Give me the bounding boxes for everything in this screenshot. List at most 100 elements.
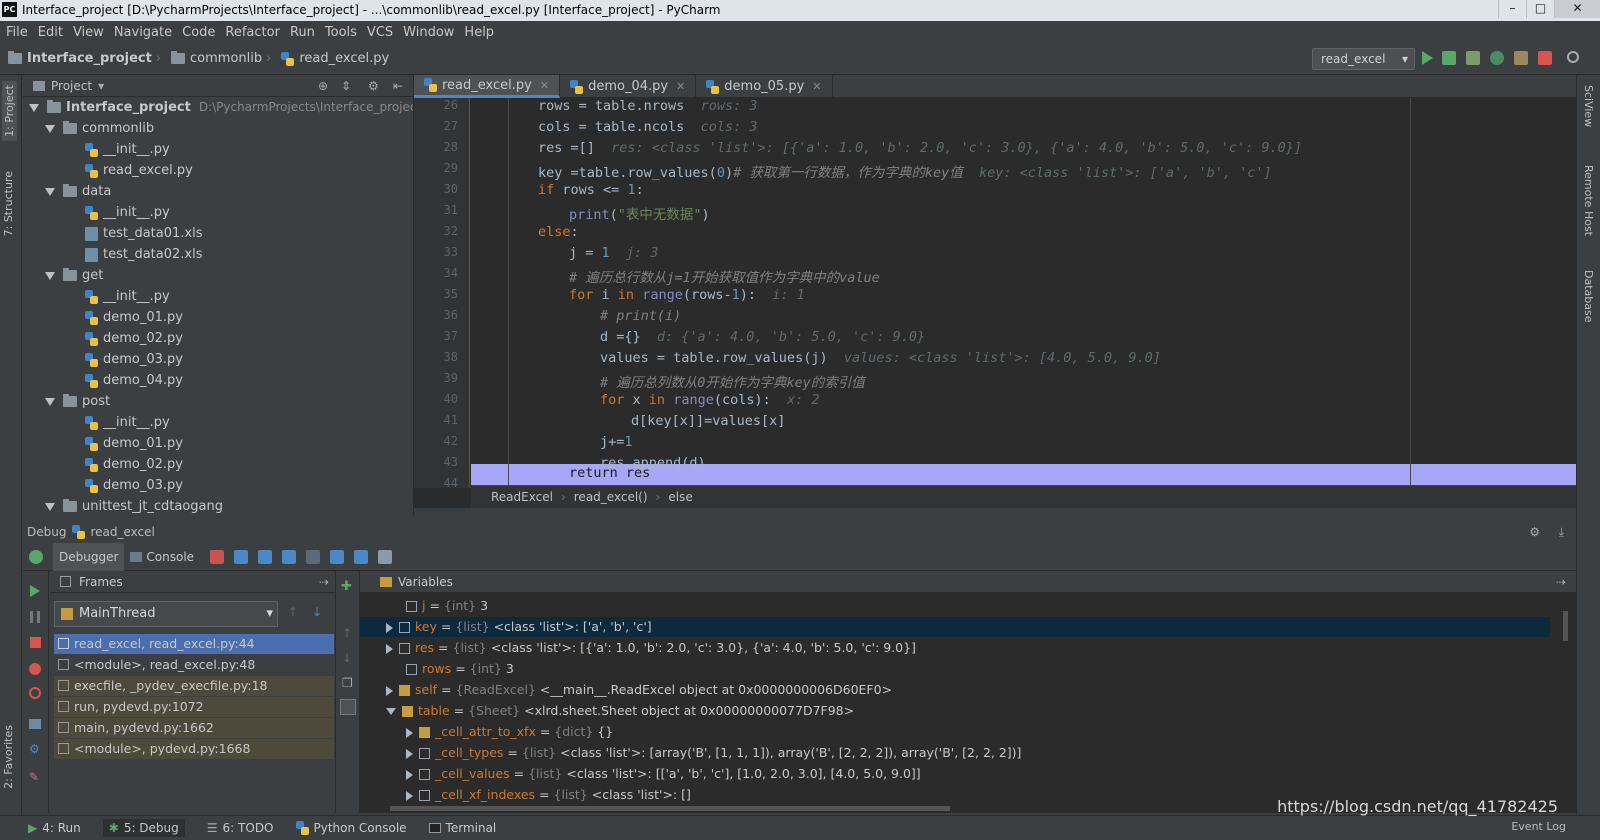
tree-item-file[interactable]: demo_03.py: [85, 475, 183, 496]
menu-edit[interactable]: Edit: [38, 25, 63, 40]
thread-select[interactable]: MainThread ▾: [54, 601, 278, 627]
run-to-cursor-icon[interactable]: [354, 549, 369, 564]
gear-icon[interactable]: ⚙: [368, 79, 379, 93]
variable-row[interactable]: _cell_values = {list} <class 'list'>: [[…: [360, 764, 1550, 784]
close-icon[interactable]: ✕: [1554, 0, 1600, 18]
coverage-icon[interactable]: [1466, 51, 1480, 65]
code-line-26[interactable]: rows = table.nrows rows: 3: [538, 98, 757, 114]
menu-file[interactable]: File: [6, 25, 28, 40]
tree-item-folder[interactable]: commonlib: [45, 118, 154, 139]
expand-arrow-icon[interactable]: [406, 748, 413, 759]
menu-window[interactable]: Window: [403, 25, 454, 40]
stop-icon[interactable]: [1538, 51, 1552, 65]
menu-help[interactable]: Help: [464, 25, 494, 40]
variable-row[interactable]: table = {Sheet} <xlrd.sheet.Sheet object…: [360, 701, 1550, 721]
code-crumb-method[interactable]: read_excel(): [574, 490, 648, 504]
code-line-37[interactable]: d ={} d: {'a': 4.0, 'b': 5.0, 'c': 9.0}: [600, 329, 925, 345]
expand-arrow-icon[interactable]: [406, 727, 413, 738]
tree-item-file[interactable]: test_data02.xls: [85, 244, 203, 265]
chevron-down-icon[interactable]: ▾: [98, 79, 104, 93]
code-line-29[interactable]: key =table.row_values(0)# 获取第一行数据，作为字典的k…: [538, 161, 1272, 181]
expand-arrow-icon[interactable]: [45, 187, 55, 196]
tree-item-folder[interactable]: post: [45, 391, 110, 412]
tool-tab-structure[interactable]: 7: Structure: [2, 171, 15, 236]
tool-tab-database[interactable]: Database: [1582, 270, 1595, 323]
tab-console[interactable]: Console: [124, 543, 200, 571]
gear-icon[interactable]: ⚙: [1529, 525, 1540, 539]
tree-item-file[interactable]: __init__.py: [85, 139, 170, 160]
hide-panel-icon[interactable]: ⇤: [393, 79, 403, 93]
show-watches-icon[interactable]: [340, 699, 356, 715]
expand-arrow-icon[interactable]: [386, 643, 393, 654]
code-line-41[interactable]: d[key[x]]=values[x]: [631, 413, 785, 429]
tree-item-root[interactable]: Interface_project D:\PycharmProjects\Inte…: [29, 97, 413, 118]
breadcrumb-commonlib[interactable]: commonlib ›: [171, 51, 275, 66]
view-breakpoints-icon[interactable]: [29, 663, 41, 675]
tree-item-file[interactable]: __init__.py: [85, 412, 170, 433]
concurrency-icon[interactable]: [1514, 51, 1528, 65]
restore-layout-icon[interactable]: ⇢: [319, 575, 329, 589]
tool-tab-sciview[interactable]: SciView: [1582, 85, 1595, 127]
new-watch-icon[interactable]: ✚: [341, 579, 352, 594]
frame-row[interactable]: main, pydevd.py:1662: [54, 718, 334, 738]
debug-config-name[interactable]: read_excel: [90, 525, 154, 539]
code-line-39[interactable]: # 遍历总列数从0开始作为字典key的索引值: [600, 371, 865, 391]
tree-item-file[interactable]: demo_03.py: [85, 349, 183, 370]
evaluate-expression-icon[interactable]: [378, 549, 393, 564]
code-line-34[interactable]: # 遍历总行数从j=1开始获取值作为字典中的value: [569, 266, 880, 286]
expand-arrow-icon[interactable]: [406, 769, 413, 780]
expand-arrow-icon[interactable]: [45, 397, 55, 406]
arrow-up-icon[interactable]: ↑: [342, 626, 352, 640]
frame-row[interactable]: execfile, _pydev_execfile.py:18: [54, 676, 334, 696]
code-line-33[interactable]: j = 1 j: 3: [569, 245, 658, 261]
menu-run[interactable]: Run: [290, 25, 315, 40]
debug-icon[interactable]: [1442, 51, 1456, 65]
tree-item-file[interactable]: read_excel.py: [85, 160, 193, 181]
variable-row[interactable]: self = {ReadExcel} <__main__.ReadExcel o…: [360, 680, 1550, 700]
layout-icon[interactable]: [29, 719, 41, 729]
breadcrumb-file[interactable]: read_excel.py: [281, 51, 389, 66]
menu-code[interactable]: Code: [182, 25, 215, 40]
tool-tab-run[interactable]: ▶ 4: Run: [28, 821, 81, 835]
code-line-40[interactable]: for x in range(cols): x: 2: [600, 392, 820, 408]
tree-item-file[interactable]: demo_01.py: [85, 433, 183, 454]
variable-row[interactable]: _cell_attr_to_xfx = {dict} {}: [360, 722, 1550, 742]
tree-item-folder[interactable]: data: [45, 181, 111, 202]
breadcrumb-project[interactable]: Interface_project ›: [8, 51, 165, 66]
tool-tab-remote-host[interactable]: Remote Host: [1582, 165, 1595, 236]
mute-breakpoints-icon[interactable]: [29, 687, 41, 699]
step-out-icon[interactable]: [330, 549, 345, 564]
collapse-arrow-icon[interactable]: [386, 708, 396, 715]
variable-row[interactable]: _cell_types = {list} <class 'list'>: [ar…: [360, 743, 1550, 763]
code-line-35[interactable]: for i in range(rows-1): i: 1: [569, 287, 805, 303]
code-line-42[interactable]: j+=1: [600, 434, 633, 450]
code-crumb-block[interactable]: else: [668, 490, 692, 504]
frame-row[interactable]: <module>, read_excel.py:48: [54, 655, 334, 675]
code-line-32[interactable]: else:: [538, 224, 579, 240]
variable-row[interactable]: rows = {int} 3: [360, 659, 1550, 679]
tab-demo-05[interactable]: demo_05.py ✕: [696, 75, 833, 98]
expand-arrow-icon[interactable]: [386, 685, 393, 696]
expand-arrow-icon[interactable]: [29, 103, 39, 112]
resume-icon[interactable]: [30, 585, 40, 597]
minimize-icon[interactable]: –: [1498, 0, 1526, 18]
tree-item-folder[interactable]: get: [45, 265, 103, 286]
vertical-scrollbar[interactable]: [1563, 611, 1568, 641]
arrow-down-icon[interactable]: ↓: [312, 605, 322, 619]
arrow-up-icon[interactable]: ↑: [288, 605, 298, 619]
code-line-36[interactable]: # print(i): [600, 308, 681, 324]
menu-vcs[interactable]: VCS: [367, 25, 393, 40]
arrow-down-icon[interactable]: ↓: [342, 651, 352, 665]
close-tab-icon[interactable]: ✕: [812, 80, 821, 93]
menu-refactor[interactable]: Refactor: [225, 25, 280, 40]
code-line-28[interactable]: res =[] res: <class 'list'>: [{'a': 1.0,…: [538, 140, 1302, 156]
profile-icon[interactable]: [1490, 51, 1504, 65]
gear-icon[interactable]: ⚙: [29, 743, 41, 755]
tree-item-file[interactable]: test_data01.xls: [85, 223, 203, 244]
expand-arrow-icon[interactable]: [45, 502, 55, 511]
code-line-44[interactable]: return res: [569, 465, 650, 481]
tab-demo-04[interactable]: demo_04.py ✕: [560, 75, 697, 98]
tree-item-file[interactable]: __init__.py: [85, 202, 170, 223]
force-step-into-icon[interactable]: [306, 549, 321, 564]
hide-panel-icon[interactable]: ⤓: [1559, 525, 1564, 540]
